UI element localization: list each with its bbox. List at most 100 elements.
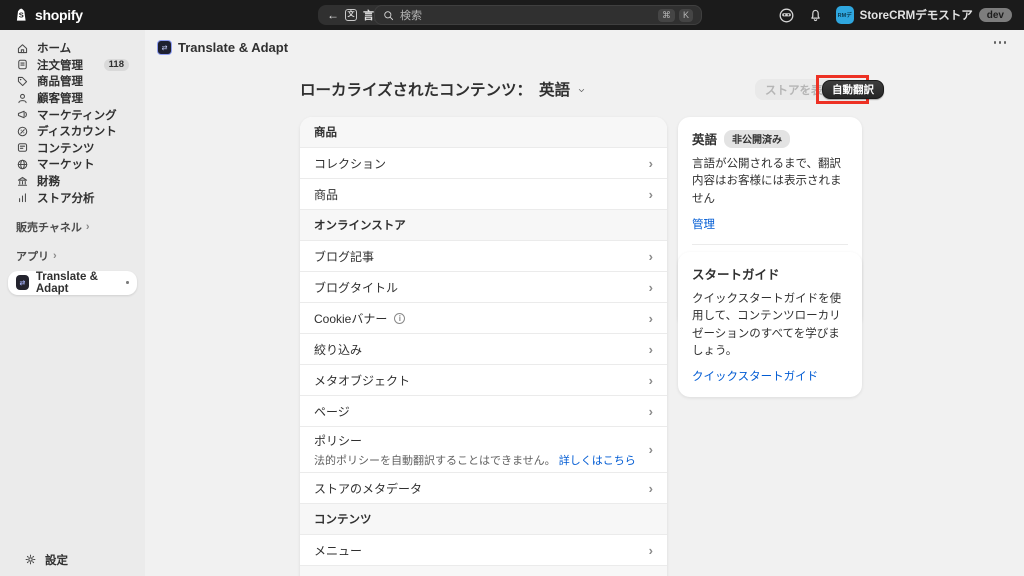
list-item-label: Cookieバナー <box>314 310 387 327</box>
list-item-label: メタオブジェクト <box>314 372 410 389</box>
notifications-bell-icon[interactable] <box>808 8 823 23</box>
apps-label: アプリ <box>16 248 49 264</box>
chevron-right-icon: › <box>649 482 653 495</box>
unpublished-status-badge: 非公開済み <box>724 130 790 148</box>
page-title-prefix: ローカライズされたコンテンツ： <box>300 78 532 100</box>
list-item-cookie-banner[interactable]: Cookieバナー i › <box>300 303 667 334</box>
topbar: S shopify ← 文 言語 検索 ⌘ K RMデ StoreCRM <box>0 0 1024 30</box>
sidebar-item-markets[interactable]: マーケット <box>8 156 137 173</box>
list-item-metaobjects[interactable]: メタオブジェクト › <box>300 365 667 396</box>
chevron-right-icon: › <box>649 250 653 263</box>
list-item-blog-titles[interactable]: ブログタイトル › <box>300 272 667 303</box>
auto-translate-button[interactable]: 自動翻訳 <box>822 80 884 99</box>
list-item-label: ブログ記事 <box>314 248 374 265</box>
chevron-right-icon: › <box>649 374 653 387</box>
store-menu[interactable]: RMデ StoreCRMデモストア dev <box>836 6 1012 24</box>
guide-card-title: スタートガイド <box>692 264 848 283</box>
shopify-logo[interactable]: S shopify <box>13 0 83 30</box>
sidebar-item-label: ホーム <box>37 40 71 56</box>
chevron-right-icon: › <box>649 188 653 201</box>
learn-more-link[interactable]: 詳しくはこちら <box>559 455 636 467</box>
chevron-right-icon: › <box>649 443 653 456</box>
list-item-label: ページ <box>314 403 350 420</box>
language-card-title: 英語 <box>692 129 717 148</box>
quick-start-guide-link[interactable]: クイックスタートガイド <box>692 368 818 384</box>
sidebar-item-label: 注文管理 <box>37 57 83 73</box>
list-item-policies[interactable]: ポリシー 法的ポリシーを自動翻訳することはできません。 詳しくはこちら › <box>300 427 667 473</box>
shopify-logo-text: shopify <box>35 7 83 23</box>
topbar-right: RMデ StoreCRMデモストア dev <box>778 0 1012 30</box>
more-options-icon[interactable] <box>994 41 1007 44</box>
list-item-store-metadata[interactable]: ストアのメタデータ › <box>300 473 667 504</box>
translate-adapt-app-icon: ⇄ <box>16 275 29 290</box>
chevron-right-icon: › <box>53 250 57 262</box>
section-header-content: コンテンツ <box>300 504 667 535</box>
section-header-online-store: オンラインストア <box>300 210 667 241</box>
k-key: K <box>679 9 693 22</box>
person-icon <box>16 92 29 105</box>
bank-icon <box>16 175 29 188</box>
app-header: ⇄ Translate & Adapt <box>157 40 288 55</box>
chevron-right-icon: › <box>649 405 653 418</box>
orders-count-badge: 118 <box>104 59 129 71</box>
sidebar-item-home[interactable]: ホーム <box>8 40 137 57</box>
main-content: ⇄ Translate & Adapt ローカライズされたコンテンツ： 英語 ス… <box>145 30 1024 576</box>
sidebar-item-label: 顧客管理 <box>37 90 83 106</box>
chevron-right-icon: › <box>649 157 653 170</box>
sidebar-item-translate-adapt[interactable]: ⇄ Translate & Adapt <box>8 271 137 295</box>
sidebar-item-orders[interactable]: 注文管理 118 <box>8 57 137 74</box>
search-input[interactable]: 検索 ⌘ K <box>374 5 702 25</box>
sidebar-item-label: コンテンツ <box>37 140 95 156</box>
sidebar-item-label: 財務 <box>37 173 60 189</box>
back-arrow-icon[interactable]: ← <box>327 8 339 22</box>
info-icon[interactable]: i <box>394 313 405 324</box>
dev-badge: dev <box>979 8 1012 22</box>
sidebar-item-label: マーケティング <box>37 107 117 123</box>
translate-icon: 文 <box>345 9 357 21</box>
sidebar-item-label: ディスカウント <box>37 123 117 139</box>
list-item-blog-posts[interactable]: ブログ記事 › <box>300 241 667 272</box>
home-icon <box>16 42 29 55</box>
list-item-pages[interactable]: ページ › <box>300 396 667 427</box>
chevron-right-icon: › <box>649 281 653 294</box>
sidebar-item-content[interactable]: コンテンツ <box>8 140 137 157</box>
language-selector-value[interactable]: 英語 <box>539 78 570 100</box>
sidebar-item-marketing[interactable]: マーケティング <box>8 106 137 123</box>
sidebar-item-finance[interactable]: 財務 <box>8 173 137 190</box>
sidebar-item-label: 商品管理 <box>37 73 83 89</box>
list-item-products[interactable]: 商品 › <box>300 179 667 210</box>
chevron-right-icon: › <box>86 221 90 233</box>
sidebar-item-discounts[interactable]: ディスカウント <box>8 123 137 140</box>
shopify-bag-icon: S <box>13 6 30 24</box>
language-card-description: 言語が公開されるまで、翻訳内容はお客様には表示されません <box>692 156 848 208</box>
sidebar-item-customers[interactable]: 顧客管理 <box>8 90 137 107</box>
sidebar-item-settings[interactable]: 設定 <box>16 551 129 568</box>
chevron-down-icon[interactable] <box>577 86 586 95</box>
list-item-label: コレクション <box>314 155 386 172</box>
sidebar-item-label: マーケット <box>37 156 95 172</box>
sidebar-section-sales-channels[interactable]: 販売チャネル › <box>16 219 129 235</box>
localized-content-list: 商品 コレクション › 商品 › オンラインストア ブログ記事 › ブログタイト… <box>300 117 667 576</box>
manage-link[interactable]: 管理 <box>692 216 715 232</box>
search-shortcut: ⌘ K <box>658 9 693 22</box>
page-title: ローカライズされたコンテンツ： 英語 <box>300 78 586 100</box>
sidekick-icon[interactable] <box>778 7 795 24</box>
gear-icon <box>24 553 37 566</box>
list-item-filters[interactable]: 絞り込み › <box>300 334 667 365</box>
section-header-theme: テーマ <box>300 566 667 576</box>
list-item-subtitle: 法的ポリシーを自動翻訳することはできません。 詳しくはこちら <box>314 452 636 468</box>
content-icon <box>16 141 29 154</box>
chevron-right-icon: › <box>649 312 653 325</box>
sidebar-section-apps[interactable]: アプリ › <box>16 248 129 264</box>
divider <box>692 244 848 245</box>
discount-icon <box>16 125 29 138</box>
svg-text:S: S <box>19 11 24 20</box>
list-item-collections[interactable]: コレクション › <box>300 148 667 179</box>
list-item-menus[interactable]: メニュー › <box>300 535 667 566</box>
translate-adapt-app-icon: ⇄ <box>157 40 172 55</box>
start-guide-card: スタートガイド クイックスタートガイドを使用して、コンテンツローカリゼーションの… <box>678 252 862 397</box>
sidebar-item-analytics[interactable]: ストア分析 <box>8 189 137 206</box>
sidebar-item-label: ストア分析 <box>37 190 95 206</box>
sidebar-item-products[interactable]: 商品管理 <box>8 73 137 90</box>
sidebar-item-label: Translate & Adapt <box>36 271 120 295</box>
